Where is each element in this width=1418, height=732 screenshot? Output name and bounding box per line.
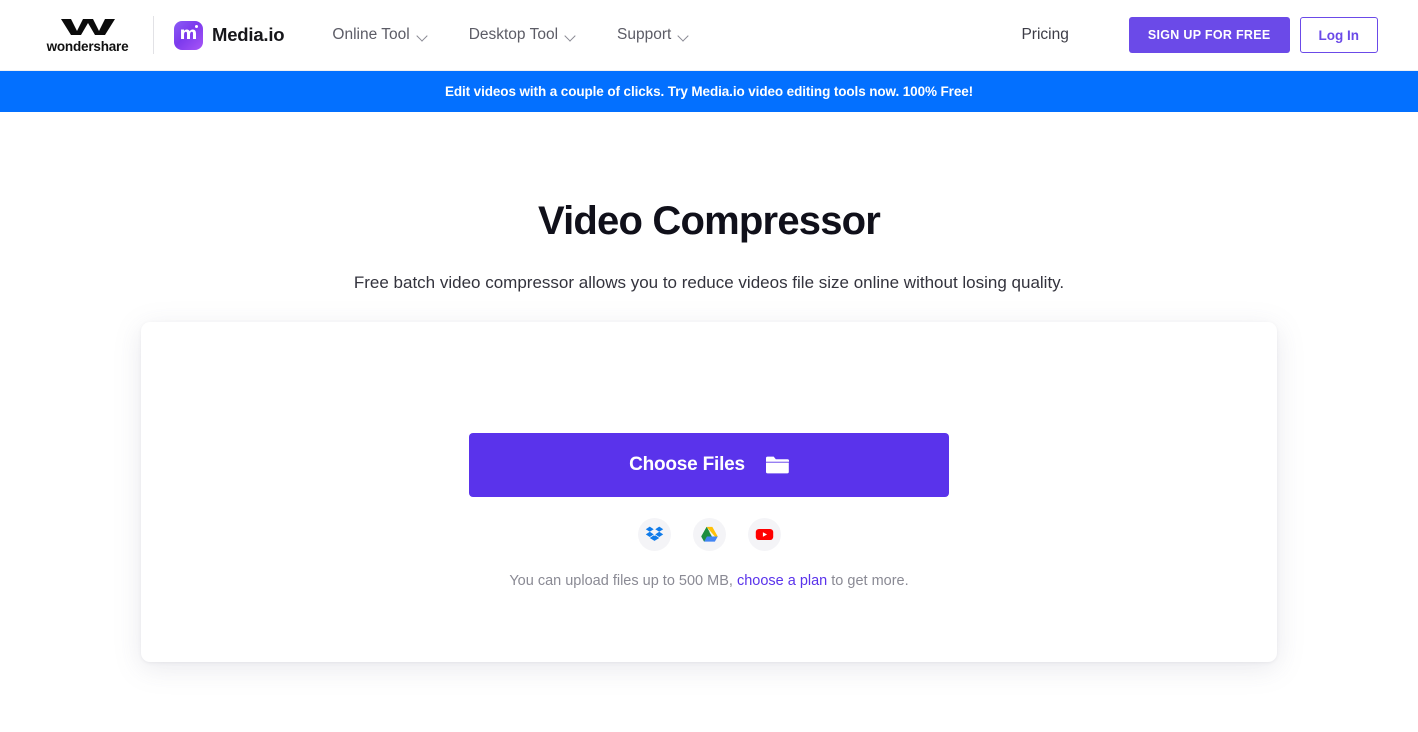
mediaio-logo-link[interactable]: m Media.io: [174, 20, 285, 50]
chevron-down-icon: [418, 32, 429, 39]
dropbox-upload-button[interactable]: [637, 518, 671, 551]
mediaio-app-icon: m: [174, 20, 203, 50]
nav-label-online-tool: Online Tool: [332, 26, 410, 43]
chevron-down-icon: [679, 32, 690, 39]
choose-files-label: Choose Files: [629, 454, 745, 475]
folder-icon: [765, 456, 789, 474]
chevron-down-icon: [566, 32, 577, 39]
nav-item-desktop-tool[interactable]: Desktop Tool: [449, 18, 597, 52]
choose-files-button[interactable]: Choose Files: [469, 433, 949, 497]
upload-card[interactable]: Choose Files You can upload files up to …: [141, 322, 1277, 662]
page-title: Video Compressor: [537, 199, 881, 243]
signup-button[interactable]: SIGN UP FOR FREE: [1128, 17, 1290, 53]
google-drive-icon: [700, 526, 718, 542]
upload-limit-text: You can upload files up to 500 MB, choos…: [509, 573, 908, 589]
mediaio-m-glyph: m: [179, 24, 198, 44]
header-divider: [153, 16, 154, 54]
wondershare-logo-link[interactable]: wondershare: [30, 17, 145, 54]
wondershare-w-icon: [60, 18, 115, 35]
page-subtitle: Free batch video compressor allows you t…: [353, 273, 1065, 292]
nav-label-desktop-tool: Desktop Tool: [468, 26, 559, 43]
wondershare-wordmark: wondershare: [46, 38, 129, 54]
site-header: wondershare m Media.io Online Tool Deskt…: [0, 0, 1418, 71]
youtube-icon: [755, 528, 773, 541]
upload-limit-suffix: to get more.: [827, 573, 909, 589]
primary-nav: Online Tool Desktop Tool Support: [312, 18, 710, 52]
nav-item-online-tool[interactable]: Online Tool: [312, 18, 448, 52]
mediaio-dot-glyph: [194, 24, 198, 28]
header-actions: Pricing SIGN UP FOR FREE Log In: [1009, 17, 1378, 53]
nav-label-support: Support: [617, 26, 672, 43]
youtube-upload-button[interactable]: [747, 518, 781, 551]
dropbox-icon: [645, 526, 663, 541]
upload-limit-prefix: You can upload files up to 500 MB,: [509, 573, 737, 589]
login-button[interactable]: Log In: [1299, 17, 1378, 53]
choose-a-plan-link[interactable]: choose a plan: [737, 573, 827, 589]
pricing-link[interactable]: Pricing: [1009, 18, 1080, 52]
main-content: Video Compressor Free batch video compre…: [0, 199, 1418, 732]
promo-banner-text: Edit videos with a couple of clicks. Try…: [444, 84, 974, 99]
google-drive-upload-button[interactable]: [692, 518, 726, 551]
mediaio-wordmark: Media.io: [212, 24, 285, 45]
promo-banner[interactable]: Edit videos with a couple of clicks. Try…: [0, 71, 1418, 112]
nav-item-support[interactable]: Support: [597, 18, 710, 52]
cloud-sources-row: [637, 518, 781, 551]
